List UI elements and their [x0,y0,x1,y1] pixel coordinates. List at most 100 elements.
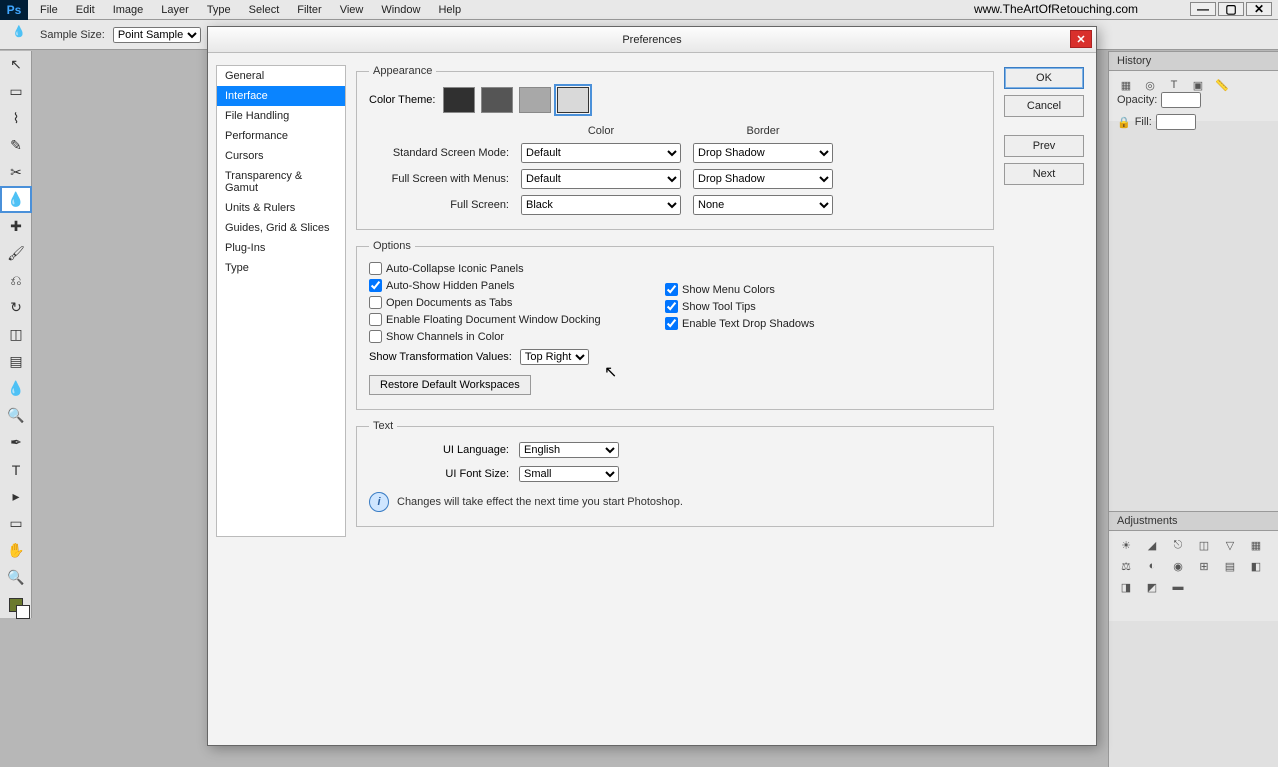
pref-category-cursors[interactable]: Cursors [217,146,345,166]
marquee-tool[interactable]: ▭ [0,78,32,105]
bw-icon[interactable]: ◐ [1143,560,1161,573]
history-panel-tab[interactable]: History [1109,51,1278,71]
brightness-icon[interactable]: ☀ [1117,539,1135,552]
layers-icon[interactable]: ◎ [1141,79,1159,92]
checkbox-show-menu-colors[interactable] [665,283,678,296]
curves-icon[interactable]: ⎋ [1169,539,1187,552]
full-screen-color-select[interactable]: Black [521,195,681,215]
hand-tool[interactable]: ✋ [0,537,32,564]
hue-icon[interactable]: ▦ [1247,539,1265,552]
pref-category-performance[interactable]: Performance [217,126,345,146]
ui-font-size-select[interactable]: Small [519,466,619,482]
dodge-tool[interactable]: 🔍 [0,402,32,429]
app-logo: Ps [0,0,28,20]
menu-help[interactable]: Help [430,2,469,18]
sample-size-select[interactable]: Point Sample [113,27,201,43]
checkbox-auto-collapse-iconic-panels[interactable] [369,262,382,275]
threshold-icon[interactable]: ◩ [1143,581,1161,594]
history-brush-tool[interactable]: ↻ [0,294,32,321]
lasso-tool[interactable]: ⌇ [0,105,32,132]
checkbox-show-tool-tips[interactable] [665,300,678,313]
maximize-button[interactable]: ▢ [1218,2,1244,16]
close-window-button[interactable]: ✕ [1246,2,1272,16]
brush-tool[interactable]: 🖌 [0,240,32,267]
text-legend: Text [369,420,397,432]
photo-filter-icon[interactable]: ◉ [1169,560,1187,573]
pref-category-interface[interactable]: Interface [217,86,345,106]
checkbox-show-channels-in-color[interactable] [369,330,382,343]
rectangle-tool[interactable]: ▭ [0,510,32,537]
standard-screen-color-select[interactable]: Default [521,143,681,163]
image-icon[interactable]: ▦ [1117,79,1135,92]
menu-layer[interactable]: Layer [153,2,197,18]
stamp-tool[interactable]: ⎌ [0,267,32,294]
checkbox-auto-show-hidden-panels[interactable] [369,279,382,292]
quick-select-tool[interactable]: ✎ [0,132,32,159]
checkbox-enable-floating-document-window-docking[interactable] [369,313,382,326]
transform-icon[interactable]: ▣ [1189,79,1207,92]
menu-image[interactable]: Image [105,2,152,18]
opacity-input[interactable] [1161,92,1201,108]
fill-input[interactable] [1156,114,1196,130]
minimize-button[interactable]: — [1190,2,1216,16]
blur-tool[interactable]: 💧 [0,375,32,402]
foreground-background-swatch[interactable] [0,591,32,618]
menu-filter[interactable]: Filter [289,2,329,18]
theme-swatch-2[interactable] [519,87,551,113]
full-screen-menus-color-select[interactable]: Default [521,169,681,189]
posterize-icon[interactable]: ◨ [1117,581,1135,594]
lock-icon[interactable]: 🔒 [1117,116,1131,129]
pref-category-guides-grid-slices[interactable]: Guides, Grid & Slices [217,218,345,238]
cancel-button[interactable]: Cancel [1004,95,1084,117]
crop-tool[interactable]: ✂ [0,159,32,186]
prev-button[interactable]: Prev [1004,135,1084,157]
type-icon[interactable]: T [1165,79,1183,92]
menu-window[interactable]: Window [373,2,428,18]
ok-button[interactable]: OK [1004,67,1084,89]
eyedropper-tool[interactable]: 💧 [0,186,32,213]
path-select-tool[interactable]: ▸ [0,483,32,510]
theme-swatch-3[interactable] [557,87,589,113]
options-legend: Options [369,240,415,252]
adjustments-panel-tab[interactable]: Adjustments [1109,511,1278,531]
transform-values-select[interactable]: Top Right [520,349,589,365]
next-button[interactable]: Next [1004,163,1084,185]
pref-category-type[interactable]: Type [217,258,345,278]
exposure-icon[interactable]: ◫ [1195,539,1213,552]
spot-heal-tool[interactable]: ✚ [0,213,32,240]
full-screen-menus-border-select[interactable]: Drop Shadow [693,169,833,189]
menu-file[interactable]: File [32,2,66,18]
pref-category-units-rulers[interactable]: Units & Rulers [217,198,345,218]
restore-workspaces-button[interactable]: Restore Default Workspaces [369,375,531,395]
vibrance-icon[interactable]: ▽ [1221,539,1239,552]
pref-category-plug-ins[interactable]: Plug-Ins [217,238,345,258]
dialog-close-button[interactable]: ✕ [1070,30,1092,48]
eraser-tool[interactable]: ◫ [0,321,32,348]
zoom-tool[interactable]: 🔍 [0,564,32,591]
type-tool[interactable]: T [0,456,32,483]
ruler-icon[interactable]: 📏 [1213,79,1231,92]
checkbox-open-documents-as-tabs[interactable] [369,296,382,309]
gradient-tool[interactable]: ▤ [0,348,32,375]
checkbox-enable-text-drop-shadows[interactable] [665,317,678,330]
menu-select[interactable]: Select [241,2,288,18]
pref-category-general[interactable]: General [217,66,345,86]
gradient-map-icon[interactable]: ▬ [1169,581,1187,594]
menu-type[interactable]: Type [199,2,239,18]
standard-screen-border-select[interactable]: Drop Shadow [693,143,833,163]
move-tool[interactable]: ↖ [0,51,32,78]
menu-edit[interactable]: Edit [68,2,103,18]
balance-icon[interactable]: ⚖ [1117,560,1135,573]
levels-icon[interactable]: ◢ [1143,539,1161,552]
mixer-icon[interactable]: ⊞ [1195,560,1213,573]
full-screen-border-select[interactable]: None [693,195,833,215]
ui-language-select[interactable]: English [519,442,619,458]
theme-swatch-1[interactable] [481,87,513,113]
invert-icon[interactable]: ◧ [1247,560,1265,573]
menu-view[interactable]: View [332,2,372,18]
pref-category-file-handling[interactable]: File Handling [217,106,345,126]
pref-category-transparency-gamut[interactable]: Transparency & Gamut [217,166,345,198]
pen-tool[interactable]: ✒ [0,429,32,456]
theme-swatch-0[interactable] [443,87,475,113]
lookup-icon[interactable]: ▤ [1221,560,1239,573]
